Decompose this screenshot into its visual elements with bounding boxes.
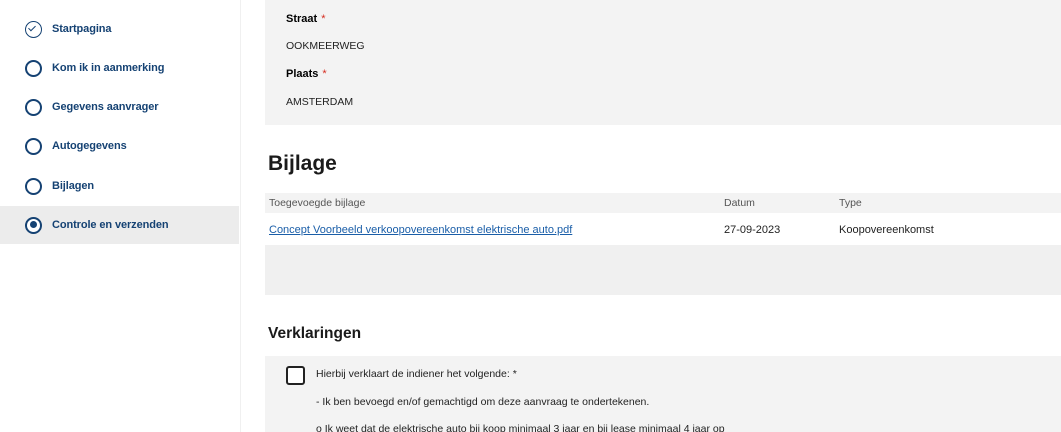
attachment-link[interactable]: Concept Voorbeeld verkoopovereenkomst el… bbox=[269, 224, 572, 236]
check-circle-icon bbox=[25, 20, 42, 38]
step-label: Autogegevens bbox=[52, 140, 127, 152]
declaration-intro: Hierbij verklaart de indiener het volgen… bbox=[316, 368, 517, 380]
step-circle-icon bbox=[25, 98, 42, 116]
bijlage-heading: Bijlage bbox=[268, 152, 337, 175]
column-header-date: Datum bbox=[724, 197, 755, 209]
step-kom-ik-in-aanmerking[interactable]: Kom ik in aanmerking bbox=[0, 49, 239, 87]
declaration-line: - Ik ben bevoegd en/of gemachtigd om dez… bbox=[316, 396, 650, 408]
declaration-line: o Ik weet dat de elektrische auto bij ko… bbox=[316, 423, 725, 432]
step-bijlagen[interactable]: Bijlagen bbox=[0, 167, 239, 205]
attachment-type: Koopovereenkomst bbox=[839, 224, 934, 236]
step-circle-icon bbox=[25, 177, 42, 195]
attachment-date: 27-09-2023 bbox=[724, 224, 781, 236]
step-label: Controle en verzenden bbox=[52, 219, 169, 231]
address-panel bbox=[265, 0, 1061, 125]
step-circle-icon bbox=[25, 137, 42, 155]
step-gegevens-aanvrager[interactable]: Gegevens aanvrager bbox=[0, 88, 239, 126]
step-controle-en-verzenden[interactable]: Controle en verzenden bbox=[0, 206, 239, 244]
bijlage-footer-panel bbox=[265, 245, 1061, 295]
step-label: Startpagina bbox=[52, 23, 112, 35]
radio-selected-icon bbox=[25, 216, 42, 234]
bijlage-table-header: Toegevoegde bijlage Datum Type bbox=[265, 193, 1061, 213]
verklaringen-heading: Verklaringen bbox=[268, 325, 362, 342]
step-startpagina[interactable]: Startpagina bbox=[0, 10, 239, 48]
straat-value: OOKMEERWEG bbox=[286, 40, 365, 52]
step-navigation: Startpagina Kom ik in aanmerking Gegeven… bbox=[0, 0, 240, 432]
step-label: Gegevens aanvrager bbox=[52, 101, 159, 113]
straat-label: Straat * bbox=[286, 13, 326, 25]
plaats-label: Plaats * bbox=[286, 68, 327, 80]
table-row: Concept Voorbeeld verkoopovereenkomst el… bbox=[265, 215, 1061, 245]
step-autogegevens[interactable]: Autogegevens bbox=[0, 127, 239, 165]
sidebar-divider bbox=[240, 0, 241, 432]
required-marker: * bbox=[321, 13, 326, 25]
plaats-value: AMSTERDAM bbox=[286, 96, 354, 108]
column-header-file: Toegevoegde bijlage bbox=[269, 197, 366, 209]
step-label: Bijlagen bbox=[52, 180, 94, 192]
declaration-checkbox[interactable] bbox=[286, 366, 305, 385]
step-label: Kom ik in aanmerking bbox=[52, 62, 165, 74]
required-marker: * bbox=[322, 68, 327, 80]
column-header-type: Type bbox=[839, 197, 862, 209]
step-circle-icon bbox=[25, 59, 42, 77]
